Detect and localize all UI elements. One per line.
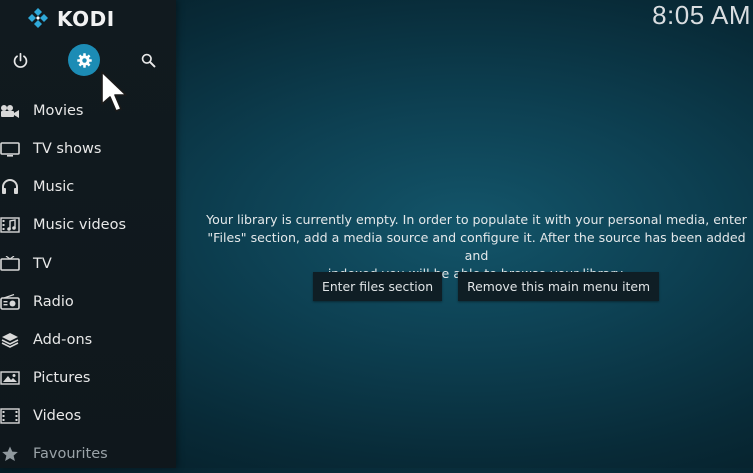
sidebar-item-pictures[interactable]: Pictures	[0, 359, 176, 397]
message-line: "Files" section, add a media source and …	[207, 230, 746, 263]
sidebar-item-add-ons[interactable]: Add-ons	[0, 321, 176, 359]
sidebar-item-label: Movies	[33, 103, 84, 119]
kodi-logo-icon	[28, 8, 48, 28]
videos-icon	[0, 408, 20, 424]
sidebar-item-label: Music videos	[33, 217, 127, 233]
sidebar-item-movies[interactable]: Movies	[0, 92, 176, 130]
power-icon	[13, 52, 27, 68]
power-button[interactable]	[4, 44, 36, 76]
gear-icon	[76, 52, 92, 68]
addons-icon	[0, 332, 20, 348]
search-icon	[141, 53, 155, 67]
sidebar-item-music[interactable]: Music	[0, 168, 176, 206]
sidebar-item-radio[interactable]: Radio	[0, 283, 176, 321]
radio-icon	[0, 294, 20, 310]
sidebar-item-tv-shows[interactable]: TV shows	[0, 130, 176, 168]
mouse-cursor-icon	[101, 71, 127, 112]
search-button[interactable]	[132, 44, 164, 76]
headphones-icon	[0, 179, 20, 195]
clock: 8:05 AM	[652, 0, 751, 30]
sidebar-item-label: Favourites	[33, 446, 108, 462]
tv-shows-icon	[0, 141, 20, 157]
sidebar-item-label: Videos	[33, 408, 82, 424]
empty-library-actions: Enter files section Remove this main men…	[313, 272, 660, 301]
kodi-logo: KODI	[26, 6, 115, 32]
movies-icon	[0, 103, 20, 119]
sidebar-item-music-videos[interactable]: Music videos	[0, 206, 176, 244]
sidebar-item-favourites[interactable]: Favourites	[0, 435, 176, 473]
sidebar-item-tv[interactable]: TV	[0, 245, 176, 283]
app-title: KODI	[57, 7, 115, 31]
sidebar-item-label: TV shows	[33, 141, 102, 157]
pictures-icon	[0, 370, 20, 386]
remove-main-menu-item-button[interactable]: Remove this main menu item	[458, 272, 660, 301]
sidebar: KODI Movies TV shows Music Music videos …	[0, 0, 176, 468]
sidebar-item-label: Pictures	[33, 370, 91, 386]
star-icon	[0, 446, 20, 462]
sidebar-item-label: Radio	[33, 294, 74, 310]
tv-icon	[0, 256, 20, 272]
settings-button[interactable]	[68, 44, 100, 76]
sidebar-item-label: Music	[33, 179, 75, 195]
message-line: Your library is currently empty. In orde…	[206, 212, 747, 227]
enter-files-section-button[interactable]: Enter files section	[313, 272, 443, 301]
music-videos-icon	[0, 217, 20, 233]
sidebar-item-label: Add-ons	[33, 332, 93, 348]
sidebar-item-videos[interactable]: Videos	[0, 397, 176, 435]
sidebar-item-label: TV	[33, 256, 52, 272]
